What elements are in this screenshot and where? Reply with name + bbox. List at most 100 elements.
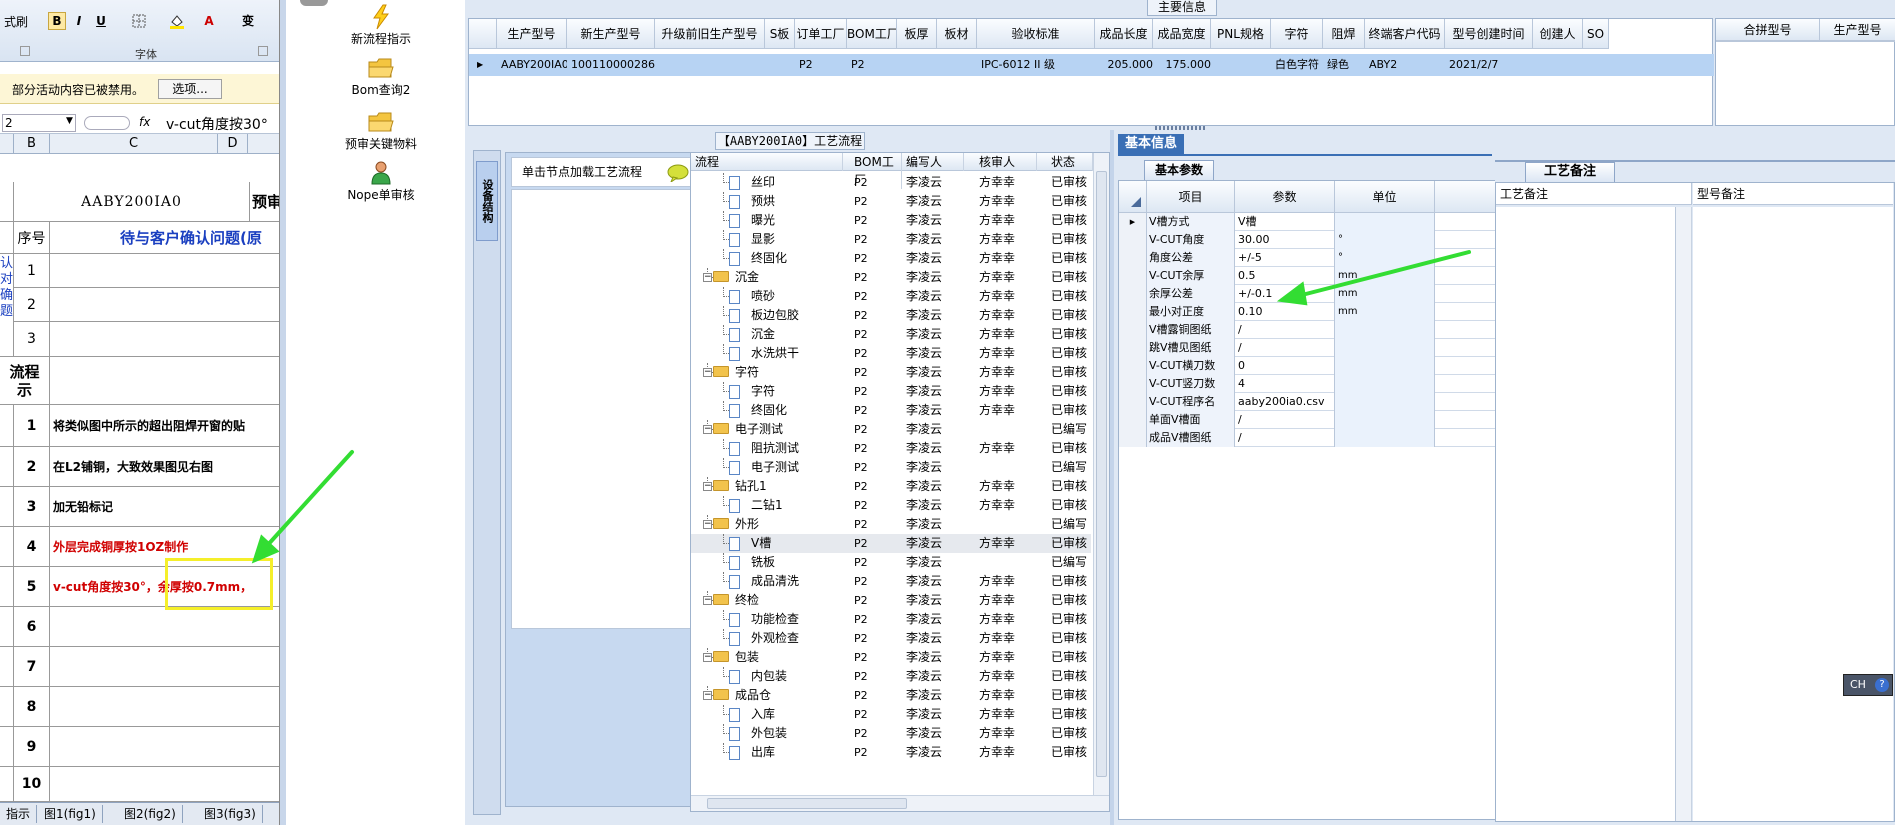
format-painter-label[interactable]: 式刷 bbox=[4, 13, 28, 30]
model-remark-column[interactable]: 型号备注 bbox=[1693, 183, 1893, 205]
tree-column-header[interactable]: 流程 bbox=[693, 153, 843, 171]
tree-row[interactable]: 外观检查 P2 李凌云 方幸幸 已审核 bbox=[691, 629, 1091, 648]
collapse-icon[interactable]: − bbox=[703, 425, 712, 434]
main-info-cell[interactable]: 绿色 bbox=[1323, 54, 1365, 76]
flow-row-number[interactable]: 7 bbox=[14, 647, 50, 686]
collapse-icon[interactable]: − bbox=[703, 596, 712, 605]
flow-row-text[interactable] bbox=[50, 767, 279, 801]
main-info-cell[interactable]: 10011000028654 bbox=[567, 54, 655, 76]
new-flow-indicator-button[interactable]: 新流程指示 bbox=[321, 4, 441, 47]
main-info-cell[interactable] bbox=[1533, 54, 1583, 76]
flow-row-text[interactable] bbox=[50, 727, 279, 766]
tree-row[interactable]: 二钻1 P2 李凌云 方幸幸 已审核 bbox=[691, 496, 1091, 515]
options-button[interactable]: 选项... bbox=[158, 79, 222, 99]
main-info-column-header[interactable]: 成品长度 bbox=[1095, 19, 1153, 49]
collapse-icon[interactable]: − bbox=[703, 368, 712, 377]
main-info-cell[interactable]: ABY2 bbox=[1365, 54, 1445, 76]
param-value[interactable]: +/-5 bbox=[1235, 249, 1335, 267]
tree-row[interactable]: 入库 P2 李凌云 方幸幸 已审核 bbox=[691, 705, 1091, 724]
italic-button[interactable]: I bbox=[70, 12, 88, 30]
model-code-cell[interactable]: AABY200IA0 bbox=[14, 182, 250, 221]
flow-row-text[interactable] bbox=[50, 647, 279, 686]
confirm-row-number[interactable]: 2 bbox=[14, 288, 50, 321]
tree-row[interactable]: − 包装 P2 李凌云 方幸幸 已审核 bbox=[691, 648, 1091, 667]
main-info-column-header[interactable]: 验收标准 bbox=[977, 19, 1095, 49]
main-info-row[interactable]: ▶AABY200IA010011000028654 P2P2 IPC-6012 II… bbox=[469, 54, 1714, 76]
tree-row[interactable]: 沉金 P2 李凌云 方幸幸 已审核 bbox=[691, 325, 1091, 344]
main-info-column-header[interactable]: 订单工厂 bbox=[795, 19, 847, 49]
merge-model-column[interactable]: 合拼型号 bbox=[1716, 19, 1820, 41]
tree-row[interactable]: − 终检 P2 李凌云 方幸幸 已审核 bbox=[691, 591, 1091, 610]
param-row[interactable]: V-CUT程序名 aaby200ia0.csv bbox=[1119, 393, 1495, 411]
flow-row-number[interactable]: 5 bbox=[14, 567, 50, 606]
process-remark-textarea[interactable] bbox=[1496, 207, 1676, 821]
tree-row[interactable]: 外包装 P2 李凌云 方幸幸 已审核 bbox=[691, 724, 1091, 743]
main-info-cell[interactable] bbox=[937, 54, 977, 76]
main-info-column-header[interactable]: 型号创建时间 bbox=[1445, 19, 1533, 49]
tree-row[interactable]: 字符 P2 李凌云 方幸幸 已审核 bbox=[691, 382, 1091, 401]
main-info-column-header[interactable]: BOM工厂 bbox=[847, 19, 897, 49]
help-icon[interactable]: ? bbox=[1875, 678, 1889, 692]
collapse-icon[interactable]: − bbox=[703, 482, 712, 491]
tree-horizontal-scrollbar[interactable] bbox=[691, 795, 1109, 811]
param-row[interactable]: 余厚公差 +/-0.1 mm bbox=[1119, 285, 1495, 303]
bom-query2-button[interactable]: Bom查询2 bbox=[321, 55, 441, 98]
param-value[interactable]: aaby200ia0.csv bbox=[1235, 393, 1335, 411]
column-header-c[interactable]: C bbox=[50, 134, 218, 154]
tree-row[interactable]: − 字符 P2 李凌云 方幸幸 已审核 bbox=[691, 363, 1091, 382]
tree-row[interactable]: 丝印 P2 李凌云 方幸幸 已审核 bbox=[691, 173, 1091, 192]
tree-row[interactable]: 水洗烘干 P2 李凌云 方幸幸 已审核 bbox=[691, 344, 1091, 363]
confirm-row-cell[interactable] bbox=[50, 254, 279, 287]
param-row[interactable]: V-CUT竖刀数 4 bbox=[1119, 375, 1495, 393]
main-info-column-header[interactable]: 创建人 bbox=[1533, 19, 1583, 49]
main-info-column-header[interactable]: S板 bbox=[765, 19, 795, 49]
hscroll-thumb[interactable] bbox=[707, 798, 907, 809]
param-value[interactable]: 0.5 bbox=[1235, 267, 1335, 285]
flow-row-text[interactable] bbox=[50, 687, 279, 726]
tree-row[interactable]: 板边包胶 P2 李凌云 方幸幸 已审核 bbox=[691, 306, 1091, 325]
main-info-column-header[interactable]: 成品宽度 bbox=[1153, 19, 1211, 49]
formula-content[interactable]: v-cut角度按30° bbox=[166, 114, 268, 134]
tree-row[interactable]: − 沉金 P2 李凌云 方幸幸 已审核 bbox=[691, 268, 1091, 287]
main-info-cell[interactable] bbox=[897, 54, 937, 76]
flow-row-text[interactable] bbox=[50, 607, 279, 646]
flow-row-text[interactable]: 加无铅标记 bbox=[50, 487, 279, 526]
tree-row[interactable]: 出库 P2 李凌云 方幸幸 已审核 bbox=[691, 743, 1091, 762]
param-value[interactable]: / bbox=[1235, 339, 1335, 357]
flow-header-cell[interactable]: 流程 示 bbox=[0, 357, 50, 404]
tab-basic-params[interactable]: 基本参数 bbox=[1144, 160, 1214, 180]
name-box[interactable]: 2 bbox=[2, 114, 76, 132]
process-remark-column[interactable]: 工艺备注 bbox=[1496, 183, 1692, 205]
confirm-title-cell[interactable]: 待与客户确认问题(原 bbox=[50, 222, 279, 253]
main-info-column-header[interactable]: 字符 bbox=[1271, 19, 1323, 49]
tree-row[interactable]: 预烘 P2 李凌云 方幸幸 已审核 bbox=[691, 192, 1091, 211]
sheet-tab[interactable]: 图2(fig2) bbox=[118, 805, 183, 823]
param-value[interactable]: 0.10 bbox=[1235, 303, 1335, 321]
confirm-row-number[interactable]: 1 bbox=[14, 254, 50, 287]
tree-column-header[interactable]: 核审人 bbox=[977, 153, 1037, 171]
item-column-header[interactable]: 项目 bbox=[1147, 181, 1235, 213]
dialog-launcher-icon[interactable] bbox=[20, 46, 30, 56]
border-icon[interactable] bbox=[130, 12, 148, 30]
confirm-row-number[interactable]: 3 bbox=[14, 322, 50, 356]
param-row[interactable]: V-CUT余厚 0.5 mm bbox=[1119, 267, 1495, 285]
main-info-cell[interactable]: AABY200IA0 bbox=[497, 54, 567, 76]
param-value[interactable]: 30.00 bbox=[1235, 231, 1335, 249]
flow-row-text[interactable]: 在L2铺铜，大致效果图见右图 bbox=[50, 447, 279, 486]
main-info-cell[interactable]: 2021/2/7 bbox=[1445, 54, 1533, 76]
tree-row[interactable]: − 电子测试 P2 李凌云 已编写 bbox=[691, 420, 1091, 439]
node-list-area[interactable] bbox=[511, 189, 696, 629]
bold-button[interactable]: B bbox=[48, 12, 66, 30]
chevron-down-icon[interactable]: ▼ bbox=[66, 116, 73, 126]
main-info-column-header[interactable]: SO bbox=[1583, 19, 1609, 49]
sheet-tab[interactable]: 图1(fig1) bbox=[38, 805, 103, 823]
tree-row[interactable]: V槽 P2 李凌云 方幸幸 已审核 bbox=[691, 534, 1091, 553]
param-row[interactable]: 最小对正度 0.10 mm bbox=[1119, 303, 1495, 321]
tree-row[interactable]: − 成品仓 P2 李凌云 方幸幸 已审核 bbox=[691, 686, 1091, 705]
param-row[interactable]: 单面V槽面 / bbox=[1119, 411, 1495, 429]
flow-row-text[interactable]: 将类似图中所示的超出阻焊开窗的贴 bbox=[50, 405, 279, 446]
main-info-cell[interactable]: 205.000 bbox=[1095, 54, 1154, 76]
seq-header-cell[interactable]: 序号 bbox=[14, 222, 50, 253]
flow-row-number[interactable]: 1 bbox=[14, 405, 50, 446]
underline-button[interactable]: U bbox=[92, 12, 110, 30]
